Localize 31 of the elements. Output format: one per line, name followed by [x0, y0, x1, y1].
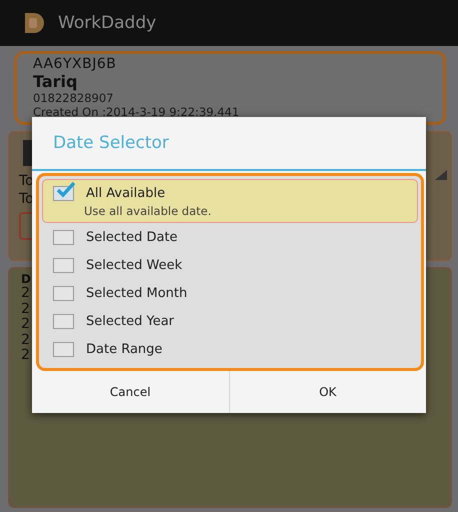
list-header: D	[21, 272, 31, 286]
date-option[interactable]: All Available Use all available date.	[42, 179, 418, 223]
date-option[interactable]: Selected Week	[42, 251, 418, 279]
app-title: WorkDaddy	[58, 13, 156, 33]
checkbox[interactable]	[53, 230, 74, 244]
date-option[interactable]: Selected Date	[42, 223, 418, 251]
dropdown-arrow-icon	[435, 170, 447, 180]
check-icon	[55, 182, 75, 198]
created-date: Created On :2014-3-19 9:22:39.441	[33, 105, 240, 119]
checkbox[interactable]	[53, 286, 74, 300]
checkbox[interactable]	[53, 314, 74, 328]
option-label: Selected Year	[86, 314, 174, 328]
checkbox[interactable]	[53, 258, 74, 272]
dialog-button[interactable]: Cancel	[32, 371, 228, 413]
option-label: Selected Week	[86, 258, 182, 272]
dialog-button[interactable]: OK	[228, 371, 426, 413]
date-option[interactable]: Date Range	[42, 335, 418, 363]
customer-card[interactable]: AA6YXBJ6B Tariq 01822828907 Created On :2014-3-19 9:22:39.441	[14, 51, 446, 125]
customer-name: Tariq	[33, 72, 78, 91]
customer-phone: 01822828907	[33, 91, 114, 105]
option-label: All Available	[86, 186, 166, 200]
option-label: Date Range	[86, 342, 162, 356]
option-label: Selected Month	[86, 286, 188, 300]
app-logo-icon	[22, 11, 46, 35]
checkbox[interactable]	[53, 342, 74, 356]
option-label: Selected Date	[86, 230, 178, 244]
date-option[interactable]: Selected Year	[42, 307, 418, 335]
option-description: Use all available date.	[83, 203, 212, 219]
date-option[interactable]: Selected Month	[42, 279, 418, 307]
dialog-title: Date Selector	[53, 133, 169, 153]
customer-code: AA6YXBJ6B	[33, 56, 118, 72]
